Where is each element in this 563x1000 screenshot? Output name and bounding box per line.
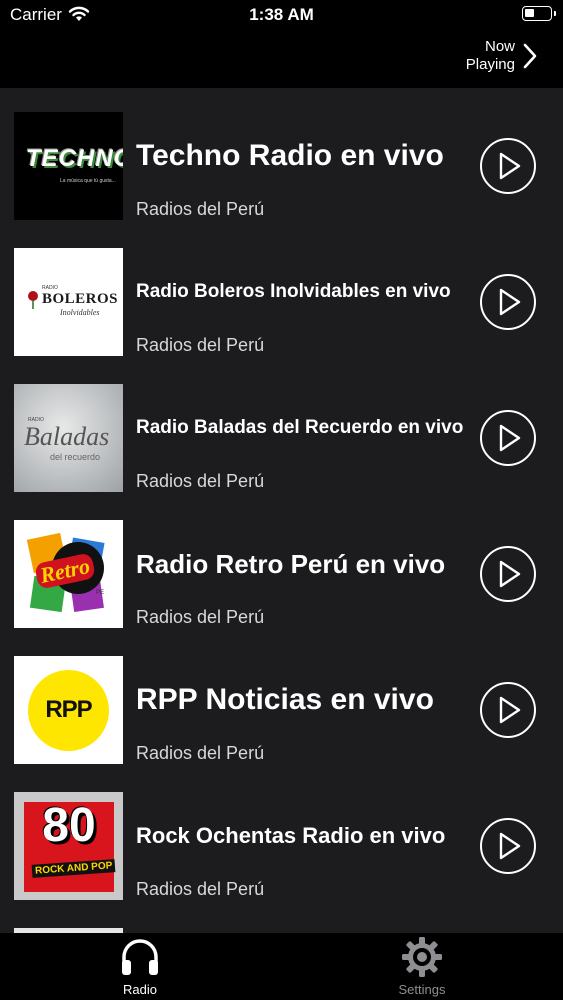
play-icon bbox=[499, 152, 521, 180]
clock: 1:38 AM bbox=[249, 5, 314, 24]
station-logo: 80 ROCK AND POP bbox=[14, 792, 123, 900]
station-logo: RPP bbox=[14, 656, 123, 764]
headphones-icon bbox=[122, 939, 158, 975]
play-button[interactable] bbox=[480, 546, 536, 602]
play-icon bbox=[499, 288, 521, 316]
station-logo: RADIO BOLEROS Inolvidables bbox=[14, 248, 123, 356]
station-list[interactable]: TECHNO La música que tú gusta... Techno … bbox=[0, 88, 563, 933]
station-row-retro[interactable]: Retro PE Radio Retro Perú en vivo Radios… bbox=[0, 496, 563, 632]
station-logo: Retro PE bbox=[14, 520, 123, 628]
station-subtitle: Radios del Perú bbox=[136, 199, 265, 219]
now-playing-label: Now Playing bbox=[465, 38, 515, 73]
station-row-rpp[interactable]: RPP RPP Noticias en vivo Radios del Perú bbox=[0, 632, 563, 768]
now-playing-button[interactable]: Now Playing bbox=[455, 38, 537, 74]
battery-tip bbox=[554, 11, 556, 16]
station-logo: TECHNO La música que tú gusta... bbox=[14, 112, 123, 220]
tab-radio[interactable]: Radio bbox=[70, 933, 210, 1000]
play-button[interactable] bbox=[480, 818, 536, 874]
tab-bar: Radio Settings bbox=[0, 933, 563, 1000]
play-button[interactable] bbox=[480, 138, 536, 194]
tab-radio-label: Radio bbox=[123, 982, 157, 997]
gear-icon bbox=[402, 937, 442, 977]
play-button[interactable] bbox=[480, 410, 536, 466]
station-logo: RADIO Baladas del recuerdo bbox=[14, 384, 123, 492]
station-row-rock-ochentas[interactable]: 80 ROCK AND POP Rock Ochentas Radio en v… bbox=[0, 768, 563, 904]
status-bar: Carrier 1:38 AM bbox=[0, 0, 563, 30]
station-subtitle: Radios del Perú bbox=[136, 607, 265, 627]
station-subtitle: Radios del Perú bbox=[136, 471, 265, 491]
navigation-bar: Now Playing bbox=[0, 30, 563, 86]
station-subtitle: Radios del Perú bbox=[136, 743, 265, 763]
play-button[interactable] bbox=[480, 682, 536, 738]
station-subtitle: Radios del Perú bbox=[136, 335, 265, 355]
play-button[interactable] bbox=[480, 274, 536, 330]
tab-settings[interactable]: Settings bbox=[352, 933, 492, 1000]
play-icon bbox=[499, 424, 521, 452]
tab-settings-label: Settings bbox=[398, 982, 446, 997]
station-row-partial[interactable] bbox=[0, 904, 563, 933]
rose-icon bbox=[28, 291, 38, 309]
station-row-baladas[interactable]: RADIO Baladas del recuerdo Radio Baladas… bbox=[0, 360, 563, 496]
play-icon bbox=[499, 560, 521, 588]
station-row-boleros[interactable]: RADIO BOLEROS Inolvidables Radio Boleros… bbox=[0, 224, 563, 360]
play-icon bbox=[499, 696, 521, 724]
play-icon bbox=[499, 832, 521, 860]
chevron-right-icon bbox=[523, 43, 537, 69]
station-subtitle: Radios del Perú bbox=[136, 879, 265, 899]
station-row-techno[interactable]: TECHNO La música que tú gusta... Techno … bbox=[0, 88, 563, 224]
battery-icon bbox=[522, 6, 552, 21]
